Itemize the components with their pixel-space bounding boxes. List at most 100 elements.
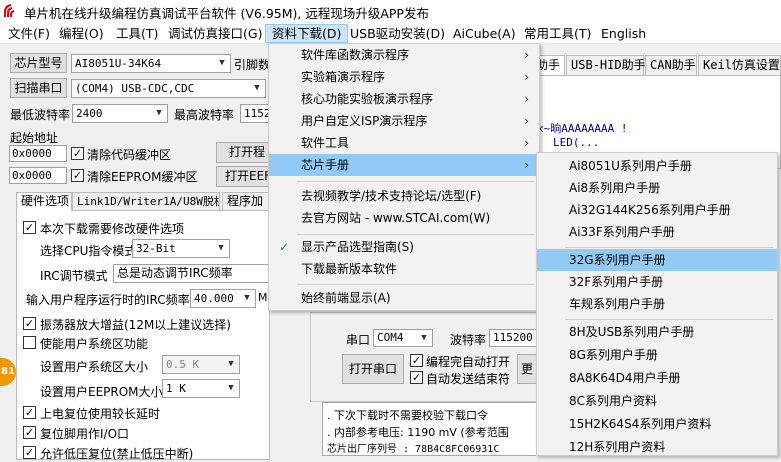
menu-item-download-latest[interactable]: 下载最新版本软件 [269,258,539,280]
tab-program-load[interactable]: 程序加 [222,192,270,211]
tab-hardware-options[interactable]: 硬件选项 [16,192,72,211]
chevron-right-icon: › [524,92,529,106]
auto-open-label: 编程完自动打开 [426,355,511,369]
auto-send-label: 自动发送结束符 [426,372,511,386]
menu-item-core-board-demos[interactable]: 核心功能实验板演示程序 › [269,88,539,110]
menu-downloads[interactable]: 资料下载(D) [265,24,349,43]
serial-baud-value: 115200 [493,331,533,344]
menu-debug[interactable]: 调试仿真接口(G) [162,24,268,43]
title-bar: 单片机在线升级编程仿真调试平台软件 (V6.95M), 远程现场升级APP发布 [0,0,781,22]
min-baud-label: 最低波特率 [10,108,71,122]
menu-aicube[interactable]: AiCube(A) [447,24,522,43]
menu-item-selection-guide[interactable]: ✓ 显示产品选型指南(S) [269,236,539,258]
submenu-item-automotive[interactable]: 车规系列用户手册 [537,293,777,315]
modify-hw-checkbox[interactable]: ✓ [23,221,36,234]
min-baud-value: 2400 [76,107,103,120]
menu-item-chip-manuals[interactable]: 芯片手册 › [269,154,539,176]
eeprom-size-select[interactable]: 1 K ▼ [162,379,240,398]
downloads-dropdown: 软件库函数演示程序 › 实验箱演示程序 › 核心功能实验板演示程序 › 用户自定义IS… [268,43,540,311]
code-address-input[interactable]: 0x0000 [9,145,67,162]
eeprom-address-input[interactable]: 0x0000 [9,167,67,184]
chevron-right-icon: › [524,136,529,150]
submenu-item-32f[interactable]: 32F系列用户手册 [537,271,777,293]
submenu-item-8h-usb[interactable]: 8H及USB系列用户手册 [537,321,777,343]
menu-item-official-site[interactable]: 去官方网站 - www.STCAI.com(W) [269,207,539,229]
irc-mode-select[interactable]: 总是动态调节IRC频率 [113,264,270,283]
menu-english[interactable]: English [595,24,652,43]
chip-type-button[interactable]: 芯片型号 [10,53,67,73]
sys-size-select[interactable]: 0.5 K ▼ [162,355,240,374]
serial-baud-label: 波特率 [450,333,487,347]
chip-manuals-submenu: Ai8051U系列用户手册 Ai8系列用户手册 Ai32G144K256系列用户… [536,152,778,456]
menu-program[interactable]: 编程(O) [53,24,110,43]
more-button[interactable]: 更 [517,354,537,384]
osc-gain-checkbox[interactable]: ✓ [23,317,36,330]
pin-count-label: 引脚数 [234,58,271,72]
submenu-item-ai8[interactable]: Ai8系列用户手册 [537,177,777,199]
menu-separator [565,247,773,248]
open-program-button[interactable]: 打开程 [216,142,270,163]
start-address-label: 起始地址 [10,131,59,145]
chevron-down-icon: ▼ [156,108,162,118]
menu-tools[interactable]: 工具(T) [110,24,164,43]
cpu-mode-select[interactable]: 32-Bit ▼ [132,239,230,258]
clear-code-checkbox[interactable]: ✓ [71,147,84,160]
tab-keil[interactable]: Keil仿真设置 [698,55,781,75]
menu-item-video-forum[interactable]: 去视频教学/技术支持论坛/选型(F) [269,185,539,207]
log-line: 芯片出厂序列号 : 78B4C8FC06931C [327,444,500,455]
auto-open-checkbox[interactable]: ✓ [410,354,423,367]
irc-freq-unit: M [258,291,268,304]
chevron-right-icon: › [524,48,529,62]
menu-item-kit-demos[interactable]: 实验箱演示程序 › [269,66,539,88]
submenu-item-15h2k64s4[interactable]: 15H2K64S4系列用户资料 [537,413,777,435]
submenu-item-ai33f[interactable]: Ai33F系列用户手册 [537,221,777,243]
open-eeprom-button[interactable]: 打开EEF [216,166,270,187]
chevron-down-icon: ▼ [244,293,250,303]
menu-usb-driver[interactable]: USB驱动安装(D) [344,24,451,43]
checkmark-icon: ✓ [279,240,290,254]
port-select[interactable]: (COM4) USB-CDC,CDC ▼ [71,79,266,98]
tab-can[interactable]: CAN助手 [645,55,697,75]
menu-item-always-on-top[interactable]: 始终前端显示(A) [269,287,539,309]
irc-freq-value: 40.000 [194,292,234,305]
sys-size-label: 设置用户系统区大小 [40,360,149,374]
chevron-down-icon: ▼ [219,58,225,68]
low-voltage-label: 允许低压复位(禁止低压中断) [40,447,194,461]
auto-send-checkbox[interactable]: ✓ [410,371,423,384]
submenu-item-ai32g[interactable]: Ai32G144K256系列用户手册 [537,199,777,221]
scan-port-button[interactable]: 扫描串口 [10,78,67,98]
menu-common-tools[interactable]: 常用工具(T) [518,24,597,43]
menu-item-software-tools[interactable]: 软件工具 › [269,132,539,154]
low-voltage-checkbox[interactable]: ✓ [23,446,36,459]
serial-port-select[interactable]: COM4 ▼ [373,329,433,347]
menu-item-library-demos[interactable]: 软件库函数演示程序 › [269,44,539,66]
sys-area-checkbox[interactable] [23,336,36,349]
menu-item-custom-isp-demos[interactable]: 用户自定义ISP演示程序 › [269,110,539,132]
chip-type-select[interactable]: AI8051U-34K64 ▼ [71,54,231,73]
port-value: (COM4) USB-CDC,CDC [75,82,195,95]
eeprom-size-value: 1 K [166,382,186,395]
submenu-item-8c[interactable]: 8C系列用户资料 [537,390,777,412]
open-serial-button[interactable]: 打开串口 [342,354,404,384]
power-delay-checkbox[interactable]: ✓ [23,406,36,419]
chevron-down-icon: ▼ [228,383,234,393]
submenu-item-12h[interactable]: 12H系列用户资料 [537,436,777,458]
floating-badge[interactable]: 81 [0,358,16,386]
clear-eeprom-checkbox[interactable]: ✓ [71,169,84,182]
sys-size-value: 0.5 K [166,358,200,371]
irc-freq-select[interactable]: 40.000 ▼ [190,289,256,308]
submenu-item-8a8k64d4[interactable]: 8A8K64D4用户手册 [537,367,777,389]
submenu-item-32g[interactable]: 32G系列用户手册 [537,249,777,271]
reset-pin-checkbox[interactable]: ✓ [23,426,36,439]
max-baud-select[interactable]: 1152 [240,104,270,123]
irc-mode-label: IRC调节模式 [40,269,108,283]
chevron-down-icon: ▼ [254,83,260,93]
tab-offline[interactable]: Link1D/Writer1A/U8W脱机 [72,192,220,211]
menu-file[interactable]: 文件(F) [2,24,56,43]
submenu-item-8g[interactable]: 8G系列用户手册 [537,344,777,366]
chevron-down-icon: ▼ [218,243,224,253]
min-baud-select[interactable]: 2400 ▼ [72,104,168,123]
serial-baud-select[interactable]: 115200 [489,329,537,347]
submenu-item-ai8051u[interactable]: Ai8051U系列用户手册 [537,155,777,177]
tab-usb-hid[interactable]: USB-HID助手 [566,55,646,75]
